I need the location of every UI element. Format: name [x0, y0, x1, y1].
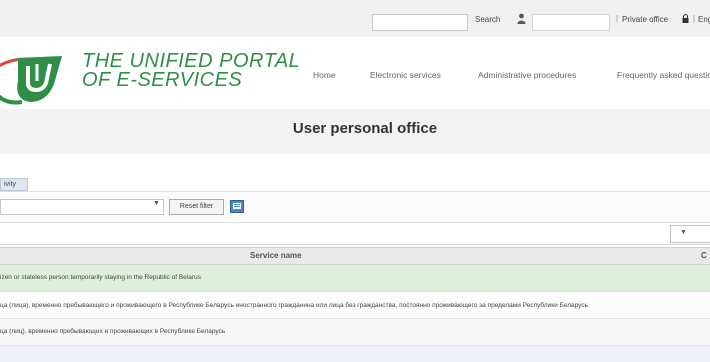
portal-title[interactable]: THE UNIFIED PORTAL OF E-SERVICES: [82, 51, 300, 91]
table-row[interactable]: ца (лица), временно пребывающего и прожи…: [0, 292, 710, 319]
user-icon: [517, 13, 526, 24]
nav-home[interactable]: Home: [313, 70, 336, 80]
service-name-cell: ца (лица), временно пребывающего и прожи…: [0, 302, 588, 309]
lock-icon: [682, 14, 689, 23]
nav-faq[interactable]: Frequently asked questions: [617, 70, 710, 80]
column-header[interactable]: C: [701, 251, 707, 260]
page-title: User personal office: [292, 120, 438, 137]
column-header-service-name[interactable]: Service name: [250, 251, 302, 260]
export-icon[interactable]: [230, 200, 244, 213]
filter-select[interactable]: [0, 199, 164, 215]
private-office-link[interactable]: Private office: [622, 15, 668, 24]
search-link[interactable]: Search: [475, 15, 500, 24]
table-header: [0, 247, 710, 265]
service-name-cell: izen or stateless person temporarily sta…: [0, 274, 201, 281]
language-switch[interactable]: Eng: [698, 15, 710, 24]
nav-electronic-services[interactable]: Electronic services: [370, 70, 441, 80]
table-toolbar: [0, 224, 710, 245]
page-size-select[interactable]: [670, 225, 710, 243]
search-input[interactable]: [372, 14, 468, 31]
chevron-down-icon[interactable]: ▼: [153, 200, 160, 207]
portal-title-line2: OF E-SERVICES: [82, 69, 243, 91]
separator: |: [693, 14, 696, 23]
portal-logo-icon[interactable]: [0, 50, 82, 110]
table-row[interactable]: izen or stateless person temporarily sta…: [0, 265, 710, 292]
chevron-down-icon[interactable]: ▼: [680, 229, 687, 236]
table-row: [0, 346, 710, 362]
user-name-field[interactable]: [532, 14, 610, 31]
nav-administrative-procedures[interactable]: Administrative procedures: [478, 70, 576, 80]
reset-filter-button[interactable]: Reset filter: [169, 199, 224, 215]
service-name-cell: ца (лиц), временно пребывающих и прожива…: [0, 328, 226, 335]
tab-activity[interactable]: ivity: [0, 178, 28, 191]
separator: |: [616, 14, 619, 23]
table-row[interactable]: ца (лиц), временно пребывающих и прожива…: [0, 319, 710, 346]
